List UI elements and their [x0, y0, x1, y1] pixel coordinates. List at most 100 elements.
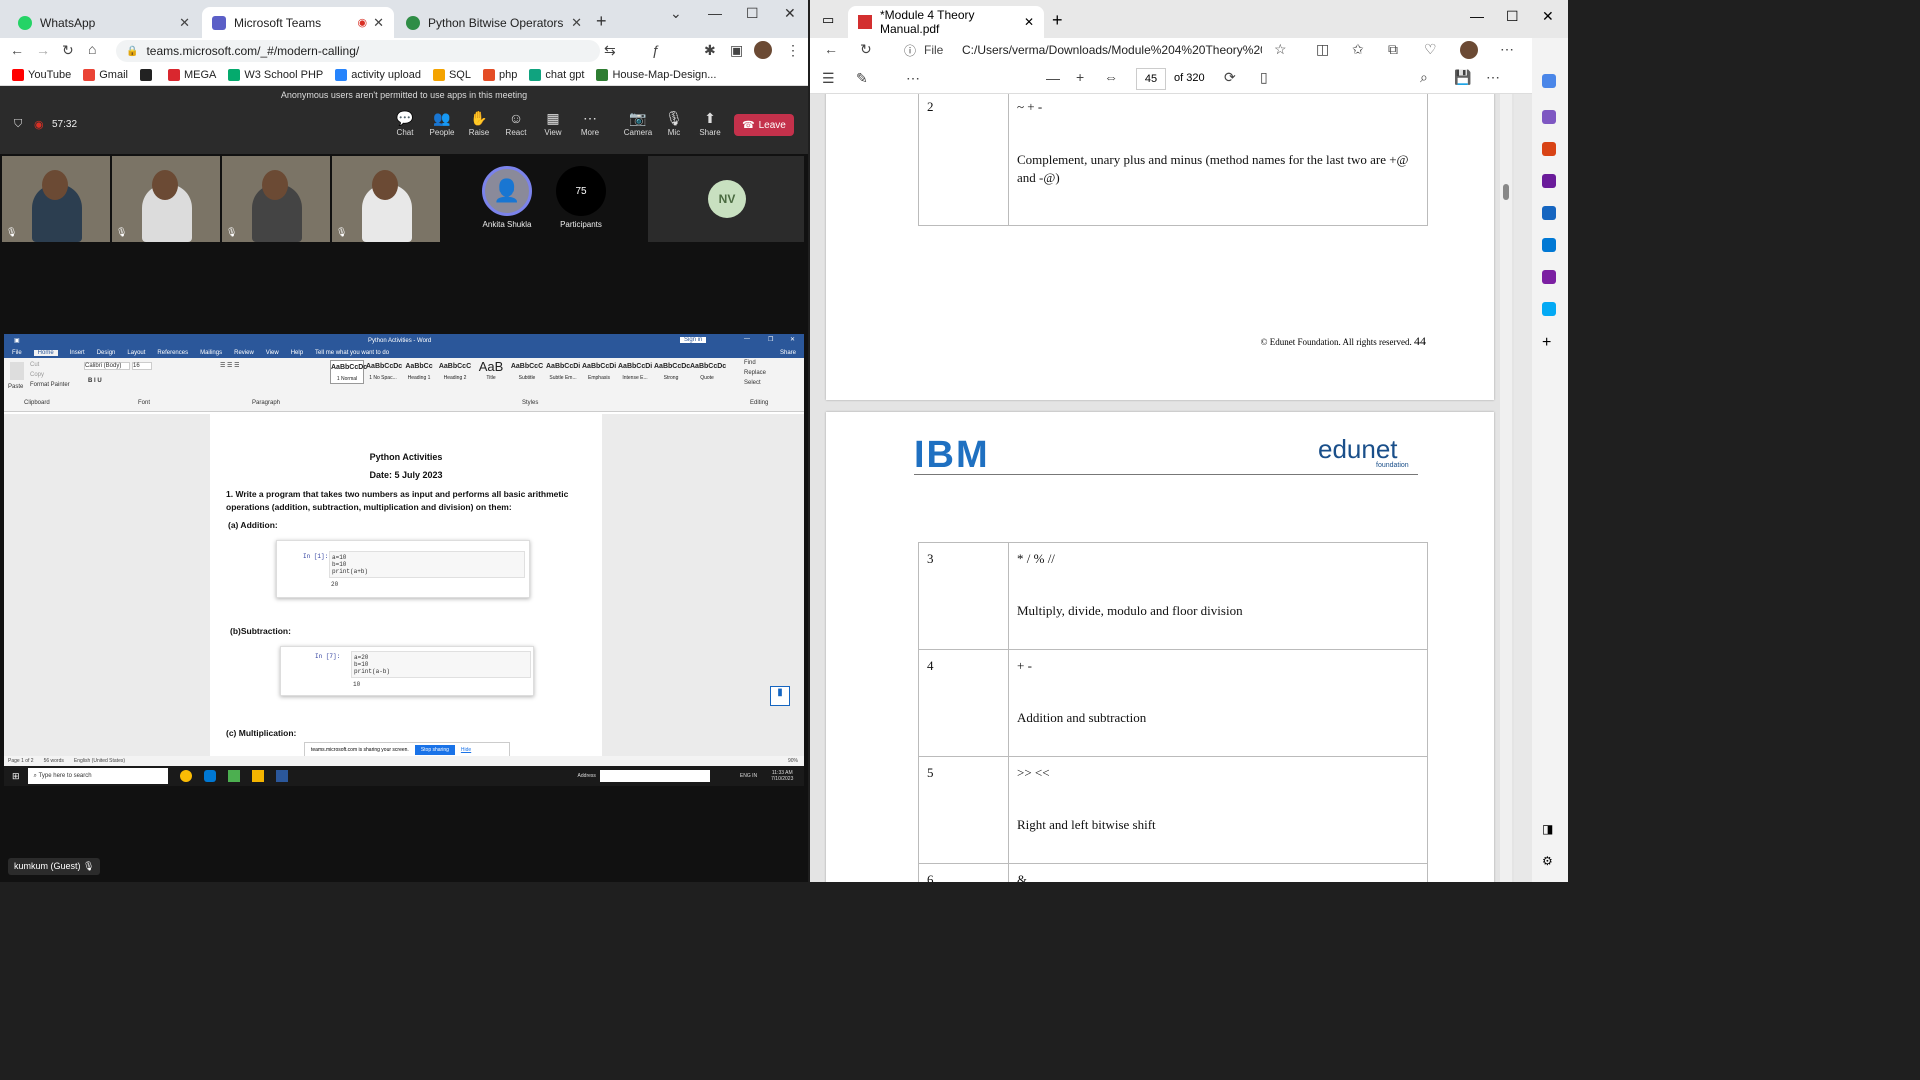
bookmark-item[interactable]: Gmail — [83, 68, 128, 81]
word-menu-item[interactable]: References — [157, 350, 188, 356]
save-icon[interactable]: 💾 — [1454, 69, 1471, 86]
bookmark-item[interactable]: SQL — [432, 68, 471, 81]
stop-sharing-button[interactable]: Stop sharing — [414, 745, 455, 755]
bookmark-item[interactable]: chat gpt — [529, 68, 584, 81]
search-icon[interactable] — [1542, 74, 1556, 88]
minimize-icon[interactable]: — — [1470, 8, 1484, 24]
pdf-viewport[interactable]: 2 ~ + - Complement, unary plus and minus… — [810, 94, 1514, 882]
games-icon[interactable] — [1542, 174, 1556, 188]
style-gallery-item[interactable]: AaBbCcDc 1 Normal — [330, 360, 367, 384]
style-gallery-item[interactable]: AaBbCcDc Quote — [690, 360, 726, 384]
bookmark-item[interactable]: MEGA — [167, 68, 216, 81]
profile-avatar[interactable] — [1460, 41, 1478, 59]
new-tab-icon[interactable]: + — [1052, 10, 1063, 31]
tools-icon[interactable] — [1542, 142, 1556, 156]
close-tab-icon[interactable]: ✕ — [179, 15, 190, 31]
tab-actions-icon[interactable]: ▭ — [822, 12, 834, 28]
favorite-icon[interactable]: ☆ — [1274, 41, 1287, 58]
paste-icon[interactable] — [10, 362, 24, 380]
reload-icon[interactable]: ↻ — [62, 42, 74, 59]
restore-icon[interactable]: ❐ — [768, 336, 773, 343]
windows-icon[interactable]: ⊞ — [12, 771, 20, 782]
replace-button[interactable]: Replace — [744, 370, 766, 376]
control-raise[interactable]: ✋ Raise — [461, 110, 497, 137]
close-icon[interactable]: ✕ — [790, 336, 795, 343]
fit-page-icon[interactable]: ⇔ — [1104, 69, 1118, 85]
taskbar-search[interactable]: ⌕ Type here to search — [27, 768, 168, 784]
leave-button[interactable]: ☎ Leave — [734, 114, 794, 136]
control-react[interactable]: ☺ React — [498, 110, 534, 137]
maximize-icon[interactable]: ☐ — [746, 5, 759, 22]
sidebar-toggle-icon[interactable]: ◨ — [1542, 822, 1553, 836]
split-screen-icon[interactable]: ◫ — [1316, 41, 1329, 58]
word-page[interactable]: Python Activities Date: 5 July 2023 1. W… — [210, 414, 602, 756]
rotate-icon[interactable]: ⟳ — [1224, 69, 1236, 86]
info-icon[interactable]: ⓘ — [904, 42, 916, 59]
format-painter-button[interactable]: Format Painter — [30, 382, 70, 388]
bookmark-item[interactable]: YouTube — [12, 68, 71, 81]
bold-button[interactable]: B I U — [88, 378, 102, 384]
outlook-icon[interactable] — [1542, 238, 1556, 252]
close-tab-icon[interactable]: ✕ — [1024, 15, 1034, 29]
word-menu-item[interactable]: Mailings — [200, 350, 222, 356]
bookmark-item[interactable]: W3 School PHP — [228, 68, 323, 81]
style-gallery-item[interactable]: AaBbCcDc 1 No Spac... — [366, 360, 402, 384]
zoom-in-icon[interactable]: + — [1076, 69, 1084, 85]
microsoft365-icon[interactable] — [1542, 206, 1556, 220]
add-icon[interactable]: + — [1542, 334, 1551, 352]
control-camera[interactable]: 📷 Camera — [620, 110, 656, 137]
close-tab-icon[interactable]: ✕ — [571, 15, 582, 31]
participants-count[interactable]: 75 — [556, 166, 606, 216]
close-tab-icon[interactable]: ✕ — [373, 15, 384, 31]
style-gallery-item[interactable]: AaBbCcDi Subtle Em... — [546, 360, 580, 384]
word-menu-item[interactable]: Layout — [127, 350, 145, 356]
pdf-scrollbar[interactable] — [1500, 94, 1512, 882]
word-menu-item[interactable]: Review — [234, 350, 254, 356]
copy-button[interactable]: Copy — [30, 372, 44, 378]
tab-whatsapp[interactable]: WhatsApp ✕ — [8, 7, 200, 38]
participant-video[interactable]: 🎙 — [332, 156, 440, 242]
control-chat[interactable]: 💬 Chat — [387, 110, 423, 137]
bookmark-item[interactable]: php — [482, 68, 517, 81]
bookmark-item[interactable]: activity upload — [335, 68, 421, 81]
word-icon[interactable] — [275, 770, 288, 782]
reload-icon[interactable]: ↻ — [860, 41, 872, 58]
style-gallery-item[interactable]: AaBbCcC Heading 2 — [438, 360, 472, 384]
bookmark-item[interactable]: House-Map-Design... — [596, 68, 716, 81]
minimize-icon[interactable]: — — [708, 5, 722, 21]
paste-label[interactable]: Paste — [8, 384, 23, 390]
minimize-icon[interactable]: — — [744, 336, 750, 342]
new-tab-icon[interactable]: + — [596, 11, 607, 32]
edge-icon[interactable] — [203, 770, 216, 782]
page-view-icon[interactable]: ▯ — [1260, 69, 1268, 86]
page-number-input[interactable]: 45 — [1136, 68, 1166, 90]
word-menu-item[interactable]: Design — [97, 350, 116, 356]
app-icon[interactable] — [227, 770, 240, 782]
bookmark-item[interactable] — [139, 68, 156, 81]
participant-video[interactable]: 🎙 — [2, 156, 110, 242]
menu-icon[interactable]: ⋯ — [1500, 41, 1514, 58]
menu-icon[interactable]: ⋮ — [786, 42, 800, 59]
style-gallery-item[interactable]: AaBbCc Heading 1 — [402, 360, 436, 384]
more-icon[interactable]: ⋯ — [1486, 69, 1500, 86]
cut-button[interactable]: Cut — [30, 362, 39, 368]
close-window-icon[interactable]: ✕ — [784, 5, 796, 22]
sidepanel-icon[interactable]: ▣ — [730, 42, 743, 59]
word-menu-item[interactable]: File — [12, 350, 22, 356]
select-button[interactable]: Select — [744, 380, 761, 386]
hide-link[interactable]: Hide — [461, 747, 471, 753]
forward-icon[interactable]: → — [36, 42, 50, 58]
tab-pdf[interactable]: *Module 4 Theory Manual.pdf ✕ — [848, 6, 1044, 38]
font-size-select[interactable]: 16 — [132, 362, 152, 370]
address-bar[interactable]: C:/Users/verma/Downloads/Module%204%20Th… — [962, 43, 1262, 57]
list-icons[interactable]: ☰ ☰ ☰ — [220, 362, 239, 369]
chrome-icon[interactable] — [179, 770, 192, 782]
maximize-icon[interactable]: ☐ — [1506, 8, 1519, 25]
draw-icon[interactable]: ✎ — [856, 70, 868, 87]
tab-teams[interactable]: Microsoft Teams ◉ ✕ — [202, 7, 394, 38]
style-gallery-item[interactable]: AaBbCcDi Emphasis — [582, 360, 616, 384]
control-share[interactable]: ⬆ Share — [692, 110, 728, 137]
share-button[interactable]: Share — [780, 350, 796, 356]
send-icon[interactable] — [1542, 302, 1556, 316]
font-name-select[interactable]: Calibri (Body) — [84, 362, 130, 370]
